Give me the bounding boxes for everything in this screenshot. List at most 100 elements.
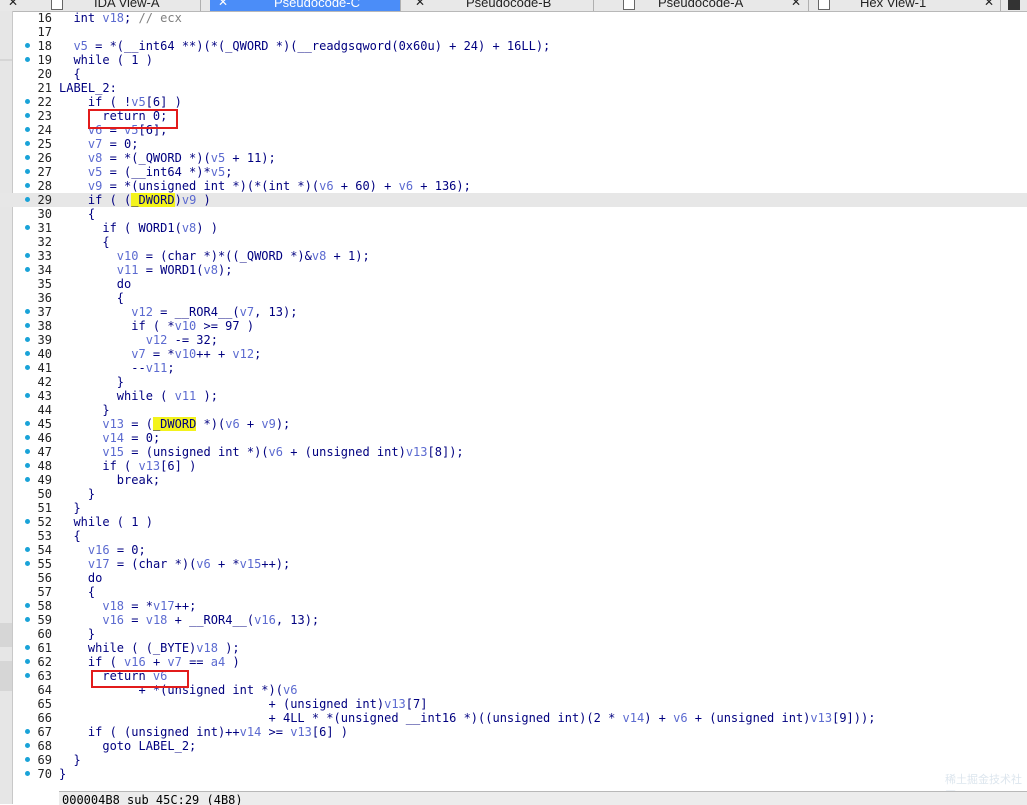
close-icon[interactable]: ✕: [218, 0, 228, 11]
code-text[interactable]: break;: [59, 473, 160, 487]
breakpoint-dot-icon[interactable]: [25, 547, 30, 552]
code-line[interactable]: 32 {: [0, 235, 1027, 249]
code-text[interactable]: while ( (_BYTE)v18 );: [59, 641, 240, 655]
code-line[interactable]: 30 {: [0, 207, 1027, 221]
breakpoint-dot-icon[interactable]: [25, 757, 30, 762]
code-line[interactable]: 18 v5 = *(__int64 **)(*(_QWORD *)(__read…: [0, 39, 1027, 53]
code-line[interactable]: 21 LABEL_2:: [0, 81, 1027, 95]
code-line[interactable]: 66 + 4LL * *(unsigned __int16 *)((unsign…: [0, 711, 1027, 725]
code-line[interactable]: 53 {: [0, 529, 1027, 543]
close-icon[interactable]: ✕: [791, 0, 801, 11]
breakpoint-dot-icon[interactable]: [25, 617, 30, 622]
code-line[interactable]: 22 if ( !v5[6] ): [0, 95, 1027, 109]
tab-pseudocode-a[interactable]: Pseudocode-A ✕: [593, 0, 809, 11]
code-text[interactable]: {: [59, 291, 124, 305]
code-text[interactable]: v15 = (unsigned int *)(v6 + (unsigned in…: [59, 445, 463, 459]
code-text[interactable]: }: [59, 375, 124, 389]
code-text[interactable]: v16 = 0;: [59, 543, 146, 557]
code-text[interactable]: if ( (_DWORD)v9 ): [59, 193, 211, 207]
code-text[interactable]: v18 = *v17++;: [59, 599, 196, 613]
code-line[interactable]: 44 }: [0, 403, 1027, 417]
code-line[interactable]: 65 + (unsigned int)v13[7]: [0, 697, 1027, 711]
breakpoint-dot-icon[interactable]: [25, 771, 30, 776]
code-text[interactable]: if ( WORD1(v8) ): [59, 221, 218, 235]
code-text[interactable]: v8 = *(_QWORD *)(v5 + 11);: [59, 151, 276, 165]
code-text[interactable]: }: [59, 403, 109, 417]
close-icon[interactable]: ✕: [8, 0, 18, 11]
code-text[interactable]: }: [59, 501, 80, 515]
code-line[interactable]: 47 v15 = (unsigned int *)(v6 + (unsigned…: [0, 445, 1027, 459]
breakpoint-dot-icon[interactable]: [25, 365, 30, 370]
code-text[interactable]: v17 = (char *)(v6 + *v15++);: [59, 557, 290, 571]
code-text[interactable]: v11 = WORD1(v8);: [59, 263, 233, 277]
code-text[interactable]: v12 = __ROR4__(v7, 13);: [59, 305, 297, 319]
code-line[interactable]: 36 {: [0, 291, 1027, 305]
code-line[interactable]: 50 }: [0, 487, 1027, 501]
code-line[interactable]: 40 v7 = *v10++ + v12;: [0, 347, 1027, 361]
code-text[interactable]: --v11;: [59, 361, 174, 375]
code-text[interactable]: if ( !v5[6] ): [59, 95, 182, 109]
breakpoint-dot-icon[interactable]: [25, 659, 30, 664]
close-icon[interactable]: ✕: [984, 0, 994, 11]
breakpoint-dot-icon[interactable]: [25, 393, 30, 398]
code-text[interactable]: if ( *v10 >= 97 ): [59, 319, 254, 333]
breakpoint-dot-icon[interactable]: [25, 113, 30, 118]
code-line[interactable]: 48 if ( v13[6] ): [0, 459, 1027, 473]
code-line[interactable]: 60 }: [0, 627, 1027, 641]
code-line[interactable]: 56 do: [0, 571, 1027, 585]
code-line[interactable]: 68 goto LABEL_2;: [0, 739, 1027, 753]
breakpoint-dot-icon[interactable]: [25, 169, 30, 174]
breakpoint-dot-icon[interactable]: [25, 603, 30, 608]
breakpoint-dot-icon[interactable]: [25, 463, 30, 468]
code-text[interactable]: {: [59, 585, 95, 599]
code-line[interactable]: 49 break;: [0, 473, 1027, 487]
code-line[interactable]: 70}: [0, 767, 1027, 781]
code-line[interactable]: 16 int v18; // ecx: [0, 11, 1027, 25]
code-line[interactable]: 61 while ( (_BYTE)v18 );: [0, 641, 1027, 655]
code-line[interactable]: 69 }: [0, 753, 1027, 767]
breakpoint-dot-icon[interactable]: [25, 337, 30, 342]
breakpoint-dot-icon[interactable]: [25, 99, 30, 104]
code-line[interactable]: 45 v13 = (_DWORD *)(v6 + v9);: [0, 417, 1027, 431]
code-line[interactable]: 41 --v11;: [0, 361, 1027, 375]
code-text[interactable]: do: [59, 571, 102, 585]
close-icon[interactable]: ✕: [415, 0, 425, 11]
code-line[interactable]: 46 v14 = 0;: [0, 431, 1027, 445]
tab-pseudocode-b[interactable]: ✕ Pseudocode-B: [401, 0, 594, 11]
code-text[interactable]: }: [59, 767, 66, 781]
code-line[interactable]: 19 while ( 1 ): [0, 53, 1027, 67]
code-line[interactable]: 33 v10 = (char *)*((_QWORD *)&v8 + 1);: [0, 249, 1027, 263]
breakpoint-dot-icon[interactable]: [25, 561, 30, 566]
breakpoint-dot-icon[interactable]: [25, 435, 30, 440]
code-text[interactable]: if ( v16 + v7 == a4 ): [59, 655, 240, 669]
code-text[interactable]: {: [59, 529, 80, 543]
breakpoint-dot-icon[interactable]: [25, 155, 30, 160]
code-line[interactable]: 39 v12 -= 32;: [0, 333, 1027, 347]
breakpoint-dot-icon[interactable]: [25, 183, 30, 188]
breakpoint-dot-icon[interactable]: [25, 351, 30, 356]
code-line[interactable]: 35 do: [0, 277, 1027, 291]
breakpoint-dot-icon[interactable]: [25, 267, 30, 272]
code-line[interactable]: 57 {: [0, 585, 1027, 599]
code-text[interactable]: }: [59, 753, 80, 767]
tab-pseudocode-c[interactable]: ✕ Pseudocode-C: [210, 0, 401, 11]
code-text[interactable]: int v18; // ecx: [59, 11, 181, 25]
code-text[interactable]: v7 = *v10++ + v12;: [59, 347, 261, 361]
code-text[interactable]: do: [59, 277, 131, 291]
code-text[interactable]: v5 = (__int64 *)*v5;: [59, 165, 233, 179]
breakpoint-dot-icon[interactable]: [25, 729, 30, 734]
code-text[interactable]: v7 = 0;: [59, 137, 139, 151]
breakpoint-dot-icon[interactable]: [25, 323, 30, 328]
code-text[interactable]: {: [59, 67, 80, 81]
code-text[interactable]: {: [59, 207, 95, 221]
code-line[interactable]: 54 v16 = 0;: [0, 543, 1027, 557]
code-line[interactable]: 37 v12 = __ROR4__(v7, 13);: [0, 305, 1027, 319]
code-line[interactable]: 43 while ( v11 );: [0, 389, 1027, 403]
breakpoint-dot-icon[interactable]: [25, 57, 30, 62]
breakpoint-dot-icon[interactable]: [25, 141, 30, 146]
breakpoint-dot-icon[interactable]: [25, 519, 30, 524]
tab-info[interactable]: [1000, 0, 1027, 11]
code-line[interactable]: 27 v5 = (__int64 *)*v5;: [0, 165, 1027, 179]
code-text[interactable]: + 4LL * *(unsigned __int16 *)((unsigned …: [59, 711, 876, 725]
breakpoint-dot-icon[interactable]: [25, 743, 30, 748]
